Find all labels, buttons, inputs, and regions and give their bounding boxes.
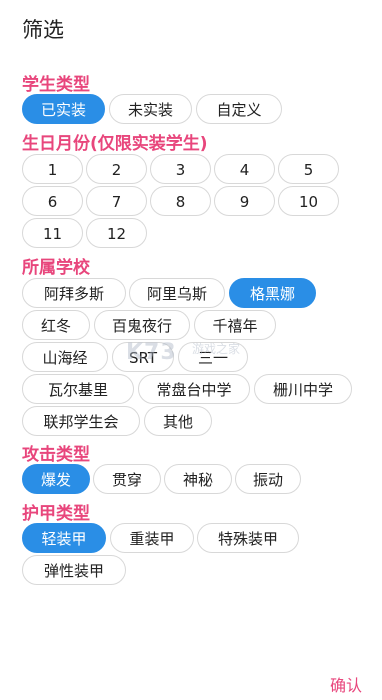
watermark-logo: K73 — [126, 340, 177, 365]
armor-type-option[interactable]: 弹性装甲 — [22, 555, 126, 585]
attack-type-option[interactable]: 神秘 — [164, 464, 232, 494]
student-type-option[interactable]: 未实装 — [109, 94, 192, 124]
month-option[interactable]: 9 — [214, 186, 275, 216]
armor-type-option[interactable]: 轻装甲 — [22, 523, 106, 553]
school-option[interactable]: 栅川中学 — [254, 374, 352, 404]
watermark: K73 游戏之家 — [126, 336, 256, 372]
month-option[interactable]: 7 — [86, 186, 147, 216]
armor-type-option[interactable]: 特殊装甲 — [197, 523, 299, 553]
section-attack-type-label: 攻击类型 — [22, 445, 90, 465]
section-student-type-label: 学生类型 — [22, 75, 90, 95]
section-birthday-month-label: 生日月份(仅限实装学生) — [22, 134, 208, 154]
school-option[interactable]: 格黑娜 — [229, 278, 316, 308]
school-option[interactable]: 阿里乌斯 — [129, 278, 225, 308]
month-option[interactable]: 11 — [22, 218, 83, 248]
month-option[interactable]: 4 — [214, 154, 275, 184]
month-option[interactable]: 1 — [22, 154, 83, 184]
attack-type-option[interactable]: 贯穿 — [93, 464, 161, 494]
month-option[interactable]: 10 — [278, 186, 339, 216]
watermark-subtext: 游戏之家 — [192, 342, 241, 356]
school-option[interactable]: 山海经 — [22, 342, 108, 372]
attack-type-option[interactable]: 爆发 — [22, 464, 90, 494]
school-option[interactable]: 常盘台中学 — [138, 374, 250, 404]
month-option[interactable]: 8 — [150, 186, 211, 216]
student-type-option[interactable]: 自定义 — [196, 94, 282, 124]
month-option[interactable]: 12 — [86, 218, 147, 248]
armor-type-option[interactable]: 重装甲 — [110, 523, 194, 553]
page-title: 筛选 — [22, 18, 64, 42]
school-option[interactable]: 瓦尔基里 — [22, 374, 134, 404]
student-type-option[interactable]: 已实装 — [22, 94, 105, 124]
school-option[interactable]: 阿拜多斯 — [22, 278, 126, 308]
month-option[interactable]: 6 — [22, 186, 83, 216]
month-option[interactable]: 5 — [278, 154, 339, 184]
school-option[interactable]: 联邦学生会 — [22, 406, 140, 436]
section-school-label: 所属学校 — [22, 258, 90, 278]
attack-type-option[interactable]: 振动 — [235, 464, 301, 494]
school-option[interactable]: 红冬 — [22, 310, 90, 340]
month-option[interactable]: 2 — [86, 154, 147, 184]
school-option[interactable]: 其他 — [144, 406, 212, 436]
confirm-button[interactable]: 确认 — [330, 672, 362, 696]
month-option[interactable]: 3 — [150, 154, 211, 184]
section-armor-type-label: 护甲类型 — [22, 504, 90, 524]
